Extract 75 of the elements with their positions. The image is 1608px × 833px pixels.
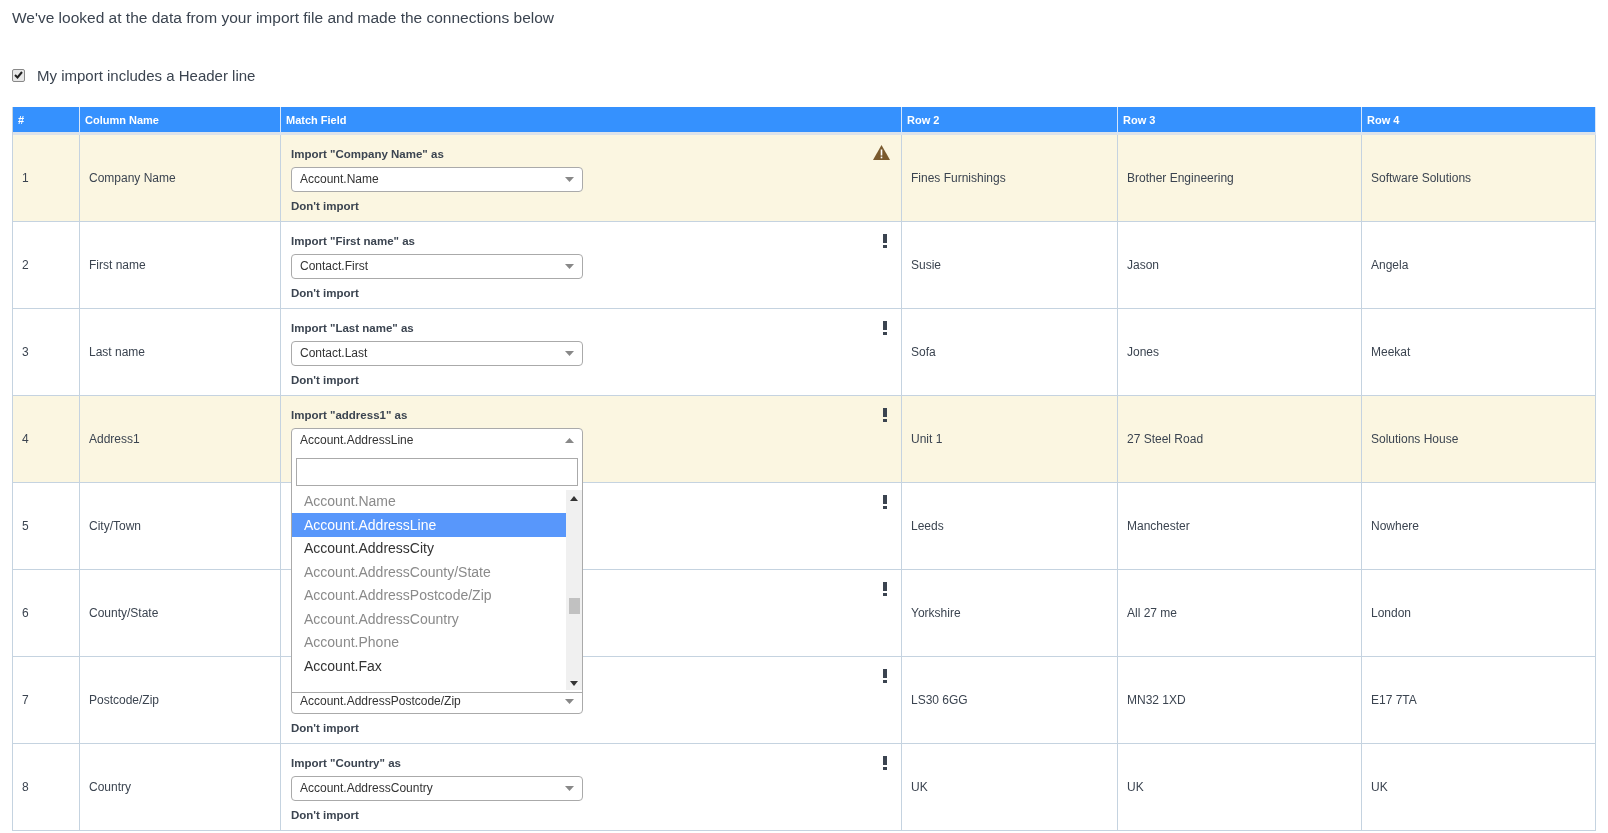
table-cell: UK [1118,744,1362,831]
column-name-cell: Country [80,744,281,831]
table-cell: Brother Engineering [1118,135,1362,222]
caret-icon [565,263,574,269]
table-cell: Fines Furnishings [902,135,1118,222]
column-name-cell: City/Town [80,483,281,570]
table-cell: Susie [902,222,1118,309]
import-label: Import "Country" as [291,756,401,769]
column-header: Column Name [80,107,281,135]
table-cell: Yorkshire [902,570,1118,657]
row-number-cell: 6 [13,570,80,657]
match-field-select[interactable]: Contact.First [291,253,583,279]
column-name-cell: Postcode/Zip [80,657,281,744]
match-field-select[interactable]: Account.AddressLine [291,427,583,453]
import-label: Import "Company Name" as [291,147,444,160]
match-field-select[interactable]: Contact.Last [291,340,583,366]
row-number-cell: 1 [13,135,80,222]
column-name-cell: Last name [80,309,281,396]
import-label: Import "address1" as [291,408,408,421]
column-name-cell: County/State [80,570,281,657]
scrollbar[interactable] [566,489,582,690]
dont-import-link[interactable]: Don't import [291,722,359,734]
header-line-checkbox[interactable] [12,68,25,82]
table-cell: Solutions House [1362,396,1596,483]
row-number-cell: 8 [13,744,80,831]
table-cell: Manchester [1118,483,1362,570]
dont-import-link[interactable]: Don't import [291,809,359,821]
intro-text: We've looked at the data from your import file and made the connections below [12,8,556,28]
checkbox-label: My import includes a Header line [37,66,256,84]
caret-icon [565,176,574,182]
table-cell: Leeds [902,483,1118,570]
table-cell: Jones [1118,309,1362,396]
row-number-cell: 4 [13,396,80,483]
caret-icon [565,698,574,704]
table-cell: London [1362,570,1596,657]
dont-import-link[interactable]: Don't import [291,200,359,212]
column-header: Row 4 [1362,107,1596,135]
column-header: Row 3 [1118,107,1362,135]
table-cell: All 27 me [1118,570,1362,657]
column-header: # [13,107,80,135]
table-cell: Unit 1 [902,396,1118,483]
table-cell: Sofa [902,309,1118,396]
table-cell: Nowhere [1362,483,1596,570]
scroll-down-icon[interactable] [570,680,578,686]
import-label: Import "Last name" as [291,321,414,334]
column-name-cell: Address1 [80,396,281,483]
row-number-cell: 7 [13,657,80,744]
column-header: Row 2 [902,107,1118,135]
table-cell: UK [902,744,1118,831]
dont-import-link[interactable]: Don't import [291,374,359,386]
column-header: Match Field [281,107,902,135]
table-cell: Software Solutions [1362,135,1596,222]
caret-icon [565,785,574,791]
import-label: Import "First name" as [291,234,416,247]
column-name-cell: First name [80,222,281,309]
table-cell: Meekat [1362,309,1596,396]
row-number-cell: 3 [13,309,80,396]
match-field-select[interactable]: Account.AddressCountry [291,775,583,801]
match-field-select[interactable]: Account.Name [291,166,583,192]
table-cell: MN32 1XD [1118,657,1362,744]
scroll-up-icon[interactable] [570,495,578,501]
row-number-cell: 2 [13,222,80,309]
caret-icon [565,350,574,356]
caret-icon [565,437,574,443]
dont-import-link[interactable]: Don't import [291,287,359,299]
column-name-cell: Company Name [80,135,281,222]
search-field[interactable] [296,457,578,486]
table-cell: E17 7TA [1362,657,1596,744]
table-cell: Jason [1118,222,1362,309]
row-number-cell: 5 [13,483,80,570]
table-cell: 27 Steel Road [1118,396,1362,483]
table-cell: LS30 6GG [902,657,1118,744]
table-cell: Angela [1362,222,1596,309]
table-cell: UK [1362,744,1596,831]
scroll-thumb[interactable] [569,597,580,614]
